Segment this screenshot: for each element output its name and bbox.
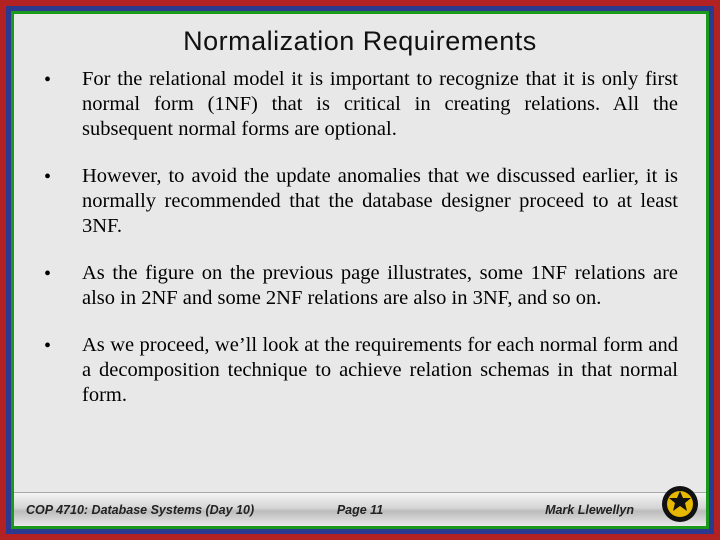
footer-course: COP 4710: Database Systems (Day 10): [26, 503, 254, 517]
list-item: • As we proceed, we’ll look at the requi…: [42, 333, 678, 408]
bullet-text: As we proceed, we’ll look at the require…: [82, 333, 678, 408]
bullet-text: As the figure on the previous page illus…: [82, 261, 678, 311]
bullet-text: For the relational model it is important…: [82, 67, 678, 142]
slide-outer-border: Normalization Requirements • For the rel…: [0, 0, 720, 540]
list-item: • For the relational model it is importa…: [42, 67, 678, 142]
bullet-list: • For the relational model it is importa…: [42, 67, 678, 408]
school-logo-icon: [660, 484, 700, 524]
bullet-icon: •: [42, 333, 82, 359]
list-item: • However, to avoid the update anomalies…: [42, 164, 678, 239]
bullet-text: However, to avoid the update anomalies t…: [82, 164, 678, 239]
footer-page: Page 11: [337, 503, 383, 517]
footer-author: Mark Llewellyn: [545, 503, 634, 517]
bullet-icon: •: [42, 164, 82, 190]
slide-body: Normalization Requirements • For the rel…: [11, 11, 709, 529]
bullet-icon: •: [42, 67, 82, 93]
slide-title: Normalization Requirements: [42, 26, 678, 57]
list-item: • As the figure on the previous page ill…: [42, 261, 678, 311]
bullet-icon: •: [42, 261, 82, 287]
slide-mid-border: Normalization Requirements • For the rel…: [6, 6, 714, 534]
slide-content: Normalization Requirements • For the rel…: [14, 14, 706, 492]
slide-footer: COP 4710: Database Systems (Day 10) Page…: [14, 492, 706, 526]
